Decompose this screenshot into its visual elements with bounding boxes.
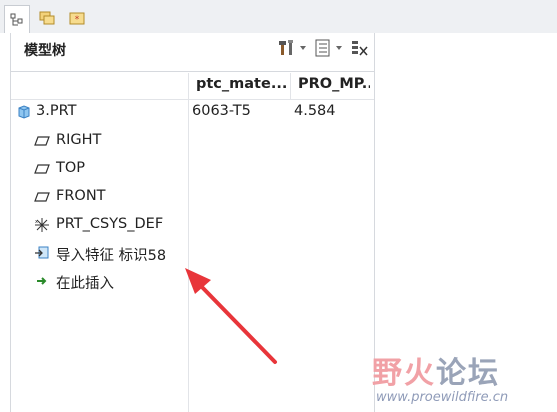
svg-text:*: * [75, 15, 80, 25]
tree-item-right[interactable]: RIGHT [11, 128, 374, 154]
favorites-folder-icon: * [69, 12, 85, 25]
tab-favorites[interactable]: * [64, 5, 90, 31]
navigator-tab-strip: * [0, 0, 557, 33]
chevron-down-icon [336, 46, 342, 50]
datum-plane-icon [34, 136, 50, 146]
tree-item-label: RIGHT [56, 132, 102, 148]
settings-tools-button[interactable] [278, 39, 311, 57]
tree-item-label: 导入特征 标识58 [56, 248, 167, 264]
model-tree-panel: 模型树 ptc_mate... PRO_MP. 3.PRT 6063-T5 4.… [10, 33, 375, 412]
divider [11, 71, 374, 72]
datum-plane-icon [34, 192, 50, 202]
panel-titlebar: 模型树 [11, 33, 374, 65]
list-options-icon [315, 39, 330, 57]
svg-text:x: x [35, 219, 38, 225]
model-tree-icon [10, 13, 23, 25]
filter-tree-icon [352, 41, 368, 56]
panel-toolbar [278, 39, 368, 57]
import-feature-icon [35, 246, 49, 259]
watermark-logo-part1: 野火 [372, 356, 436, 391]
filter-button[interactable] [350, 39, 368, 57]
material-cell: 6063-T5 [192, 103, 251, 119]
watermark-logo: 野火论坛 [372, 348, 500, 392]
column-divider [290, 73, 291, 99]
mass-cell: 4.584 [294, 103, 336, 119]
watermark-logo-part2: 论坛 [436, 356, 500, 391]
tree-item-label: 在此插入 [56, 276, 114, 292]
tree-item-import-feature[interactable]: 导入特征 标识58 [11, 240, 374, 266]
column-header-material[interactable]: ptc_mate... [196, 76, 286, 92]
column-header-row: ptc_mate... PRO_MP... [11, 73, 374, 100]
coordinate-system-icon: x [35, 218, 49, 232]
tools-icon [279, 40, 293, 55]
column-header-mass[interactable]: PRO_MP... [298, 76, 370, 92]
tree-root-row[interactable]: 3.PRT 6063-T5 4.584 [11, 99, 374, 125]
tab-folder-browser[interactable] [35, 5, 61, 31]
panel-title: 模型树 [24, 43, 66, 59]
tree-item-label: FRONT [56, 188, 106, 204]
tree-item-front[interactable]: FRONT [11, 184, 374, 210]
tree-item-label: PRT_CSYS_DEF [56, 216, 164, 232]
tree-item-label: 3.PRT [36, 103, 77, 119]
part-icon [18, 105, 30, 119]
watermark-url: www.proewildfire.cn [376, 390, 509, 405]
folders-icon [39, 11, 55, 25]
tab-model-tree[interactable] [4, 5, 30, 33]
tree-item-label: TOP [56, 160, 86, 176]
datum-plane-icon [34, 164, 50, 174]
chevron-down-icon [300, 46, 306, 50]
column-divider [188, 73, 189, 99]
tree-item-top[interactable]: TOP [11, 156, 374, 182]
show-options-button[interactable] [314, 39, 347, 57]
tree-item-csys[interactable]: x PRT_CSYS_DEF [11, 212, 374, 238]
insert-here-arrow-icon [37, 277, 47, 285]
tree-item-insert-here[interactable]: 在此插入 [11, 268, 374, 294]
